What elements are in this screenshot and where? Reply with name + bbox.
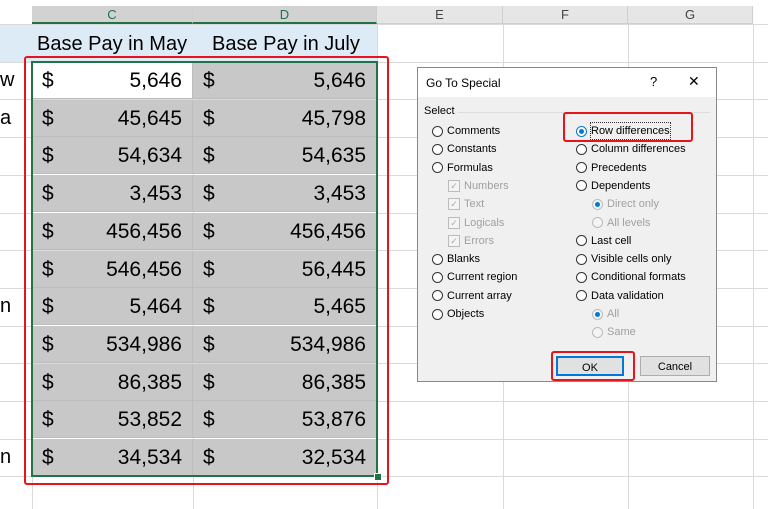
option-label: Objects [447, 308, 485, 320]
option-label: All [607, 308, 620, 320]
option-blanks[interactable]: Blanks [432, 251, 480, 267]
radio-icon [432, 308, 443, 320]
option-last-cell[interactable]: Last cell [576, 233, 631, 249]
column-gridline [753, 24, 754, 509]
option-label: Text [464, 198, 485, 211]
option-current-array[interactable]: Current array [432, 288, 512, 304]
option-visible-cells-only[interactable]: Visible cells only [576, 251, 672, 267]
radio-icon [432, 271, 443, 283]
option-label: All levels [607, 216, 651, 229]
option-direct-only: Direct only [592, 196, 659, 212]
highlight-box-row-differences [563, 112, 693, 142]
option-label: Formulas [447, 161, 493, 174]
close-icon[interactable]: ✕ [688, 73, 700, 90]
option-label: Comments [447, 125, 501, 137]
option-label: Precedents [591, 161, 647, 174]
option-comments[interactable]: Comments [432, 123, 500, 139]
radio-icon [432, 253, 443, 265]
row-label-fragment: w [0, 69, 15, 91]
option-constants[interactable]: Constants [432, 141, 497, 157]
select-group-label: Select [424, 105, 455, 117]
option-label: Constants [447, 143, 497, 156]
radio-icon [432, 143, 443, 155]
highlight-box-ok [551, 351, 635, 381]
column-header-D[interactable]: D [193, 6, 377, 24]
option-logicals: ✓ Logicals [448, 215, 504, 231]
cancel-button[interactable]: Cancel [640, 356, 710, 376]
option-data-validation[interactable]: Data validation [576, 288, 664, 304]
radio-icon [592, 326, 603, 338]
option-label: Numbers [464, 179, 509, 192]
title-bar: Go To Special ? ✕ [418, 68, 716, 97]
option-label: Errors [464, 234, 494, 247]
dialog-title: Go To Special [426, 76, 501, 90]
option-label: Dependents [591, 179, 651, 192]
option-all-levels: All levels [592, 215, 650, 231]
row-label-fragment: a [0, 106, 12, 129]
option-same: Same [592, 324, 636, 340]
checkbox-checked-icon: ✓ [448, 216, 460, 229]
option-errors: ✓ Errors [448, 233, 494, 249]
radio-selected-icon [592, 308, 603, 320]
option-label: Data validation [591, 289, 664, 302]
radio-icon [576, 253, 587, 265]
radio-icon [432, 290, 443, 302]
header-base-pay-july[interactable]: Base Pay in July [212, 33, 360, 56]
option-label: Column differences [591, 143, 686, 156]
option-label: Conditional formats [591, 271, 686, 284]
option-label: Logicals [464, 216, 505, 229]
radio-selected-icon [592, 198, 603, 210]
radio-icon [432, 162, 443, 174]
checkbox-checked-icon: ✓ [448, 198, 460, 211]
option-column-differences[interactable]: Column differences [576, 141, 686, 157]
row-label-fragment: n [0, 295, 12, 318]
option-label: Last cell [591, 234, 632, 247]
option-formulas[interactable]: Formulas [432, 160, 493, 176]
row-label-fragment: n [0, 446, 12, 468]
radio-icon [576, 162, 587, 174]
option-label: Current array [447, 289, 512, 302]
option-all: All [592, 306, 619, 322]
radio-icon [576, 235, 587, 247]
radio-icon [576, 143, 587, 155]
radio-icon [576, 271, 587, 283]
column-header-G[interactable]: G [628, 6, 753, 24]
option-objects[interactable]: Objects [432, 306, 484, 322]
column-header-F[interactable]: F [503, 6, 628, 24]
column-header-C[interactable]: C [32, 6, 193, 24]
option-current-region[interactable]: Current region [432, 269, 517, 285]
header-base-pay-may[interactable]: Base Pay in May [37, 33, 187, 56]
option-numbers: ✓ Numbers [448, 178, 509, 194]
option-dependents[interactable]: Dependents [576, 178, 650, 194]
help-button[interactable]: ? [650, 74, 657, 89]
radio-icon [576, 180, 587, 192]
option-label: Direct only [607, 198, 659, 211]
option-text: ✓ Text [448, 196, 484, 212]
checkbox-checked-icon: ✓ [448, 234, 460, 247]
highlight-box-range [24, 56, 389, 485]
option-label: Same [607, 326, 636, 339]
option-label: Current region [447, 271, 518, 284]
checkbox-checked-icon: ✓ [448, 179, 460, 192]
option-conditional-formats[interactable]: Conditional formats [576, 269, 686, 285]
option-label: Blanks [447, 253, 481, 266]
option-label: Visible cells only [591, 253, 672, 266]
option-precedents[interactable]: Precedents [576, 160, 647, 176]
radio-icon [592, 217, 603, 228]
radio-icon [576, 290, 587, 302]
radio-icon [432, 125, 443, 137]
column-header-E[interactable]: E [377, 6, 503, 24]
